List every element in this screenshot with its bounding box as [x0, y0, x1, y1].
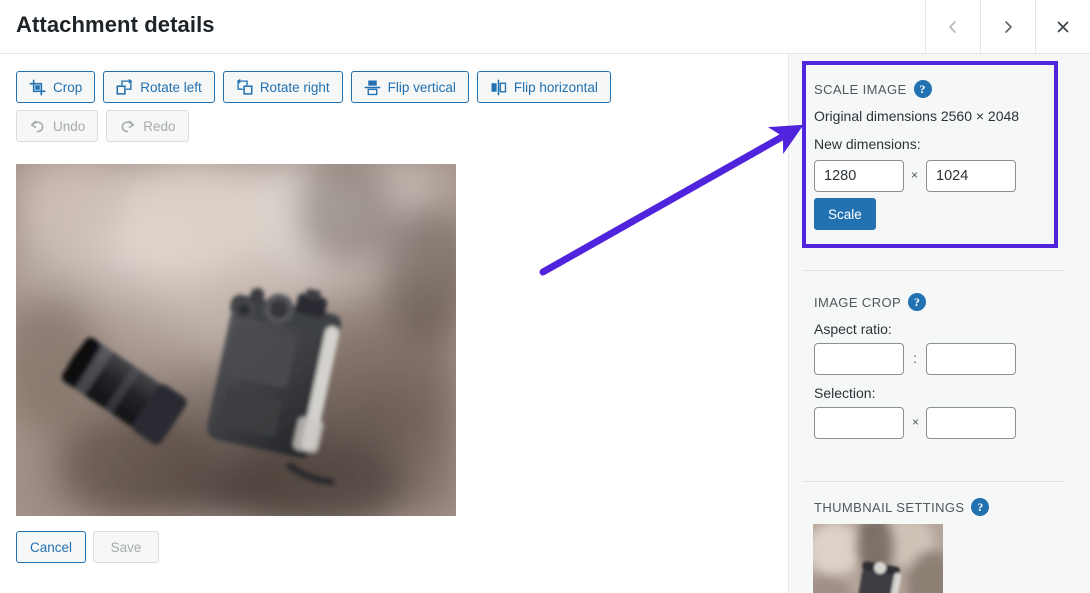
attachment-settings-sidebar: SCALE IMAGE ? Original dimensions 2560 ×… — [788, 54, 1090, 593]
scale-image-title: SCALE IMAGE — [814, 81, 907, 97]
rotate-left-button-label: Rotate left — [140, 79, 202, 95]
sidebar-divider-2 — [803, 481, 1063, 482]
page-title: Attachment details — [16, 12, 215, 37]
aspect-ratio-height-input[interactable] — [926, 343, 1016, 375]
flip-vertical-icon — [364, 80, 381, 95]
close-button[interactable] — [1035, 0, 1090, 53]
redo-button: Redo — [106, 110, 189, 142]
attachment-details-modal: Attachment details Crop Rotate left Rota… — [0, 0, 1090, 593]
rotate-left-button[interactable]: Rotate left — [103, 71, 215, 103]
undo-icon — [30, 120, 44, 132]
selection-width-input[interactable] — [814, 407, 904, 439]
selection-separator: × — [912, 415, 920, 429]
crop-button[interactable]: Crop — [16, 71, 96, 103]
save-button: Save — [93, 531, 160, 563]
next-attachment-button[interactable] — [980, 0, 1035, 53]
chevron-right-icon — [1005, 20, 1012, 33]
flip-vertical-button[interactable]: Flip vertical — [350, 71, 469, 103]
selection-label: Selection: — [814, 385, 876, 401]
window-controls — [925, 0, 1090, 53]
redo-button-label: Redo — [143, 118, 176, 134]
image-editor-pane: Crop Rotate left Rotate right Flip verti… — [0, 54, 788, 593]
thumbnail-photo — [813, 524, 943, 593]
selection-height-input[interactable] — [926, 407, 1016, 439]
camera-photo — [16, 164, 456, 516]
modal-header: Attachment details — [0, 0, 1090, 54]
sidebar-divider-1 — [803, 270, 1063, 271]
editor-action-buttons: Cancel Save — [16, 531, 160, 563]
thumbnail-preview[interactable] — [813, 524, 943, 593]
scale-dimension-separator: × — [911, 168, 919, 182]
new-dimensions-label: New dimensions: — [814, 136, 921, 152]
aspect-ratio-label: Aspect ratio: — [814, 321, 892, 337]
cancel-button[interactable]: Cancel — [16, 531, 87, 563]
aspect-ratio-width-input[interactable] — [814, 343, 904, 375]
rotate-right-button[interactable]: Rotate right — [222, 71, 343, 103]
thumbnail-settings-help-icon[interactable]: ? — [971, 498, 990, 516]
flip-horizontal-icon — [491, 79, 507, 95]
thumbnail-settings-title: THUMBNAIL SETTINGS — [814, 499, 965, 515]
image-crop-heading: IMAGE CROP ? — [814, 293, 927, 311]
image-crop-title: IMAGE CROP — [814, 294, 902, 310]
rotate-right-button-label: Rotate right — [259, 79, 330, 95]
close-icon — [1057, 21, 1069, 32]
undo-button-label: Undo — [53, 118, 86, 134]
rotate-right-icon — [236, 78, 253, 95]
scale-image-help-icon[interactable]: ? — [913, 80, 932, 98]
scale-image-heading: SCALE IMAGE ? — [814, 80, 932, 98]
redo-icon — [121, 120, 135, 132]
image-crop-help-icon[interactable]: ? — [908, 293, 927, 311]
scale-height-input[interactable] — [926, 160, 1016, 192]
thumbnail-settings-heading: THUMBNAIL SETTINGS ? — [814, 498, 990, 516]
scale-width-input[interactable] — [814, 160, 904, 192]
original-dimensions-text: Original dimensions 2560 × 2048 — [814, 108, 1020, 124]
flip-horizontal-button[interactable]: Flip horizontal — [476, 71, 611, 103]
chevron-left-icon — [949, 20, 956, 33]
editor-toolbar-primary: Crop Rotate left Rotate right Flip verti… — [16, 71, 611, 103]
crop-icon — [29, 78, 46, 96]
crop-button-label: Crop — [53, 79, 83, 95]
editor-toolbar-history: Undo Redo — [16, 110, 189, 142]
rotate-left-icon — [116, 78, 133, 95]
undo-button: Undo — [16, 110, 99, 142]
aspect-ratio-separator: : — [913, 350, 917, 366]
flip-vertical-button-label: Flip vertical — [387, 79, 456, 95]
scale-apply-button[interactable]: Scale — [814, 198, 876, 230]
flip-horizontal-button-label: Flip horizontal — [513, 79, 598, 95]
image-preview[interactable] — [16, 164, 456, 516]
previous-attachment-button[interactable] — [925, 0, 980, 53]
